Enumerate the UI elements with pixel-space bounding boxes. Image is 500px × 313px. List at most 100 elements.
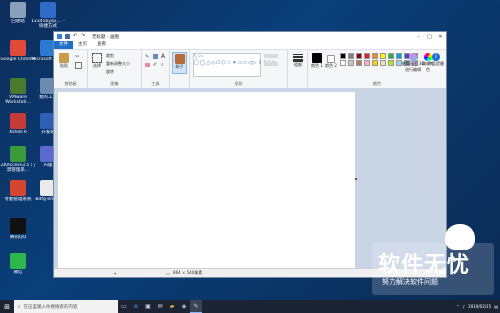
save-icon[interactable] xyxy=(65,34,70,39)
color1-label: 颜色 1 xyxy=(311,63,323,68)
palette-swatch[interactable] xyxy=(380,60,386,66)
ribbon-tabs: 文件 主页 查看 xyxy=(54,41,446,49)
info-icon: i xyxy=(432,53,440,61)
drawing-canvas[interactable] xyxy=(58,92,355,268)
picker-icon[interactable]: ✐ xyxy=(153,62,157,68)
minimize-button[interactable]: – xyxy=(413,32,424,41)
watermark-title: 软件无忧 xyxy=(378,253,471,278)
app-icon xyxy=(40,2,56,18)
app-icon xyxy=(10,2,26,18)
tab-file[interactable]: 文件 xyxy=(54,41,73,49)
color1-button[interactable]: 颜色 1 xyxy=(311,53,323,69)
window-title: 无标题 - 画图 xyxy=(92,34,119,40)
clipboard-icon xyxy=(59,53,69,63)
desktop-icon[interactable]: 腾讯QQ xyxy=(0,218,36,240)
select-label: 选择 xyxy=(93,63,101,68)
pencil-icon[interactable]: ✎ xyxy=(145,54,149,60)
group-label-tools: 工具 xyxy=(151,81,160,86)
app-icon xyxy=(10,146,26,162)
watermark: 软件无忧 努力解决软件问题 xyxy=(372,243,494,295)
app-icon[interactable]: ◈ xyxy=(178,300,190,313)
palette-swatch[interactable] xyxy=(364,60,370,66)
app-icon xyxy=(10,218,26,234)
group-brushes: 刷子 xyxy=(170,50,190,88)
product-alert-label: 产品提醒 xyxy=(428,61,444,66)
file-explorer-icon[interactable]: ▰ xyxy=(166,300,178,313)
color2-swatch xyxy=(327,55,335,63)
eraser-icon[interactable] xyxy=(145,63,150,67)
desktop-icon[interactable]: 123456ysp.... - 快捷方式 xyxy=(30,2,66,29)
tray-date[interactable]: 2019/02/15 xyxy=(468,304,491,309)
notification-icon[interactable]: ▤ xyxy=(494,304,498,309)
canvas-size-text: 864 × 540像素 xyxy=(173,270,203,275)
paint-window: ↶ ↷ 无标题 - 画图 – □ ✕ 文件 主页 查看 粘贴 ✂ 剪贴板 选择 … xyxy=(53,31,447,278)
search-placeholder: 在这里输入你要搜索的内容 xyxy=(23,304,78,310)
palette-swatch[interactable] xyxy=(380,53,386,59)
cut-icon[interactable]: ✂ xyxy=(75,54,79,60)
canvas-size-icon: ▭ xyxy=(166,270,171,276)
tray-volume-icon[interactable]: ♪ xyxy=(463,304,466,309)
palette-swatch[interactable] xyxy=(348,60,354,66)
system-tray: ⌃ ♪ 2019/02/15 ▤ xyxy=(456,304,500,309)
task-view-icon[interactable]: ▭ xyxy=(118,300,130,313)
paste-button[interactable]: 粘贴 xyxy=(57,53,71,69)
undo-icon[interactable]: ↶ xyxy=(73,34,78,39)
palette-swatch[interactable] xyxy=(356,60,362,66)
size-button[interactable]: 粗细 xyxy=(291,54,305,68)
palette-swatch[interactable] xyxy=(364,53,370,59)
tab-view[interactable]: 查看 xyxy=(92,41,111,49)
canvas-area xyxy=(54,88,446,269)
mail-icon[interactable]: ✉ xyxy=(154,300,166,313)
palette-swatch[interactable] xyxy=(340,60,346,66)
group-label-image: 图像 xyxy=(110,81,119,86)
paint3d-label: 使用画图 3D 进行编辑 xyxy=(401,61,425,72)
tray-network-icon[interactable]: ⌃ xyxy=(456,304,459,309)
search-box[interactable]: ⌕ 在这里输入你要搜索的内容 xyxy=(14,300,118,313)
select-icon xyxy=(92,53,102,63)
palette-swatch[interactable] xyxy=(340,53,346,59)
app-icon xyxy=(10,180,26,196)
select-button[interactable]: 选择 xyxy=(91,53,103,69)
rotate-button[interactable]: 旋转 xyxy=(106,69,114,75)
text-icon[interactable]: A xyxy=(161,53,165,60)
copy-icon[interactable] xyxy=(75,62,82,69)
fill-button[interactable] xyxy=(264,62,278,66)
brush-icon xyxy=(174,54,185,64)
crop-button[interactable]: 裁剪 xyxy=(106,53,114,59)
app-icon xyxy=(10,253,26,269)
tab-home[interactable]: 主页 xyxy=(73,41,92,49)
shapes-gallery[interactable]: ╲〰□◯△◇⬠⬡☆✦▭▱◁▷⇧⇩▯◠ xyxy=(193,53,276,77)
close-button[interactable]: ✕ xyxy=(435,32,446,41)
start-button[interactable]: ⊞ xyxy=(0,300,14,313)
edge-icon[interactable]: e xyxy=(130,300,142,313)
desktop-icon-label: 123456ysp.... - 快捷方式 xyxy=(31,19,65,29)
color2-button[interactable]: 颜色 2 xyxy=(325,55,337,69)
palette-swatch[interactable] xyxy=(348,53,354,59)
palette-swatch[interactable] xyxy=(356,53,362,59)
paint-app-icon xyxy=(57,34,62,39)
resize-button[interactable]: 重新调整大小 xyxy=(106,61,130,67)
maximize-button[interactable]: □ xyxy=(424,32,435,41)
fill-icon[interactable] xyxy=(153,54,158,59)
palette-swatch[interactable] xyxy=(372,60,378,66)
app-icon xyxy=(10,40,26,56)
product-alert-button[interactable]: i 产品提醒 xyxy=(428,53,444,67)
desktop-icon[interactable]: 微信 xyxy=(0,253,36,275)
store-icon[interactable]: ▣ xyxy=(142,300,154,313)
group-clipboard: 粘贴 ✂ 剪贴板 xyxy=(54,50,88,88)
outline-button[interactable] xyxy=(264,54,278,58)
palette-swatch[interactable] xyxy=(372,53,378,59)
size-label: 粗细 xyxy=(294,62,302,67)
color2-label: 颜色 2 xyxy=(325,63,337,68)
palette-swatch[interactable] xyxy=(388,60,394,66)
quick-access-toolbar: ↶ ↷ xyxy=(57,34,86,39)
search-icon: ⌕ xyxy=(18,304,21,310)
redo-icon[interactable]: ↷ xyxy=(81,34,86,39)
magnifier-icon[interactable]: ⌕ xyxy=(161,62,164,68)
palette-swatch[interactable] xyxy=(388,53,394,59)
brushes-button[interactable]: 刷子 xyxy=(172,52,187,74)
canvas-resize-handle[interactable] xyxy=(355,178,357,180)
paint-taskbar-icon[interactable]: ✎ xyxy=(190,300,202,313)
brushes-label: 刷子 xyxy=(175,64,184,69)
paint3d-button[interactable]: 使用画图 3D 进行编辑 xyxy=(400,53,426,73)
